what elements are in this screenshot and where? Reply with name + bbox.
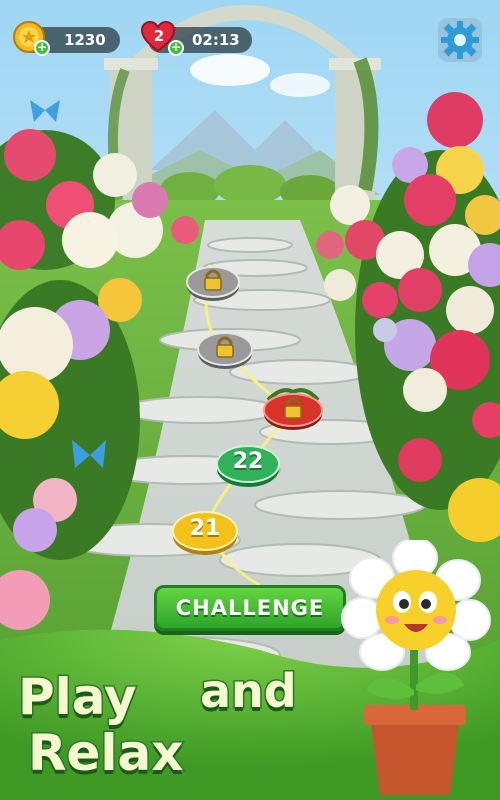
level-node-locked[interactable] — [186, 262, 240, 302]
coin-count: 1230 — [64, 31, 106, 49]
level-label: 21 — [189, 515, 221, 541]
level-label: 22 — [232, 448, 264, 474]
tagline-relax: Relax — [27, 724, 186, 782]
level-node-challenge-locked[interactable] — [262, 386, 324, 432]
level-node-21[interactable]: 21 — [172, 506, 238, 556]
level-node-locked[interactable] — [197, 328, 253, 370]
level-label — [262, 386, 324, 432]
tagline-play: Play — [17, 668, 139, 726]
gear-icon[interactable] — [436, 16, 484, 64]
add-coins-button[interactable]: + — [34, 40, 50, 56]
level-label — [186, 262, 240, 302]
level-label — [197, 328, 253, 370]
add-lives-button[interactable]: + — [168, 40, 184, 56]
challenge-button[interactable]: CHALLENGE — [154, 585, 346, 631]
life-timer-text: 02:13 — [192, 31, 240, 49]
flower-mascot-icon — [330, 537, 500, 800]
tagline-and: and — [199, 664, 299, 718]
lives-count: 2 — [153, 27, 165, 45]
level-node-22[interactable]: 22 — [216, 440, 280, 488]
